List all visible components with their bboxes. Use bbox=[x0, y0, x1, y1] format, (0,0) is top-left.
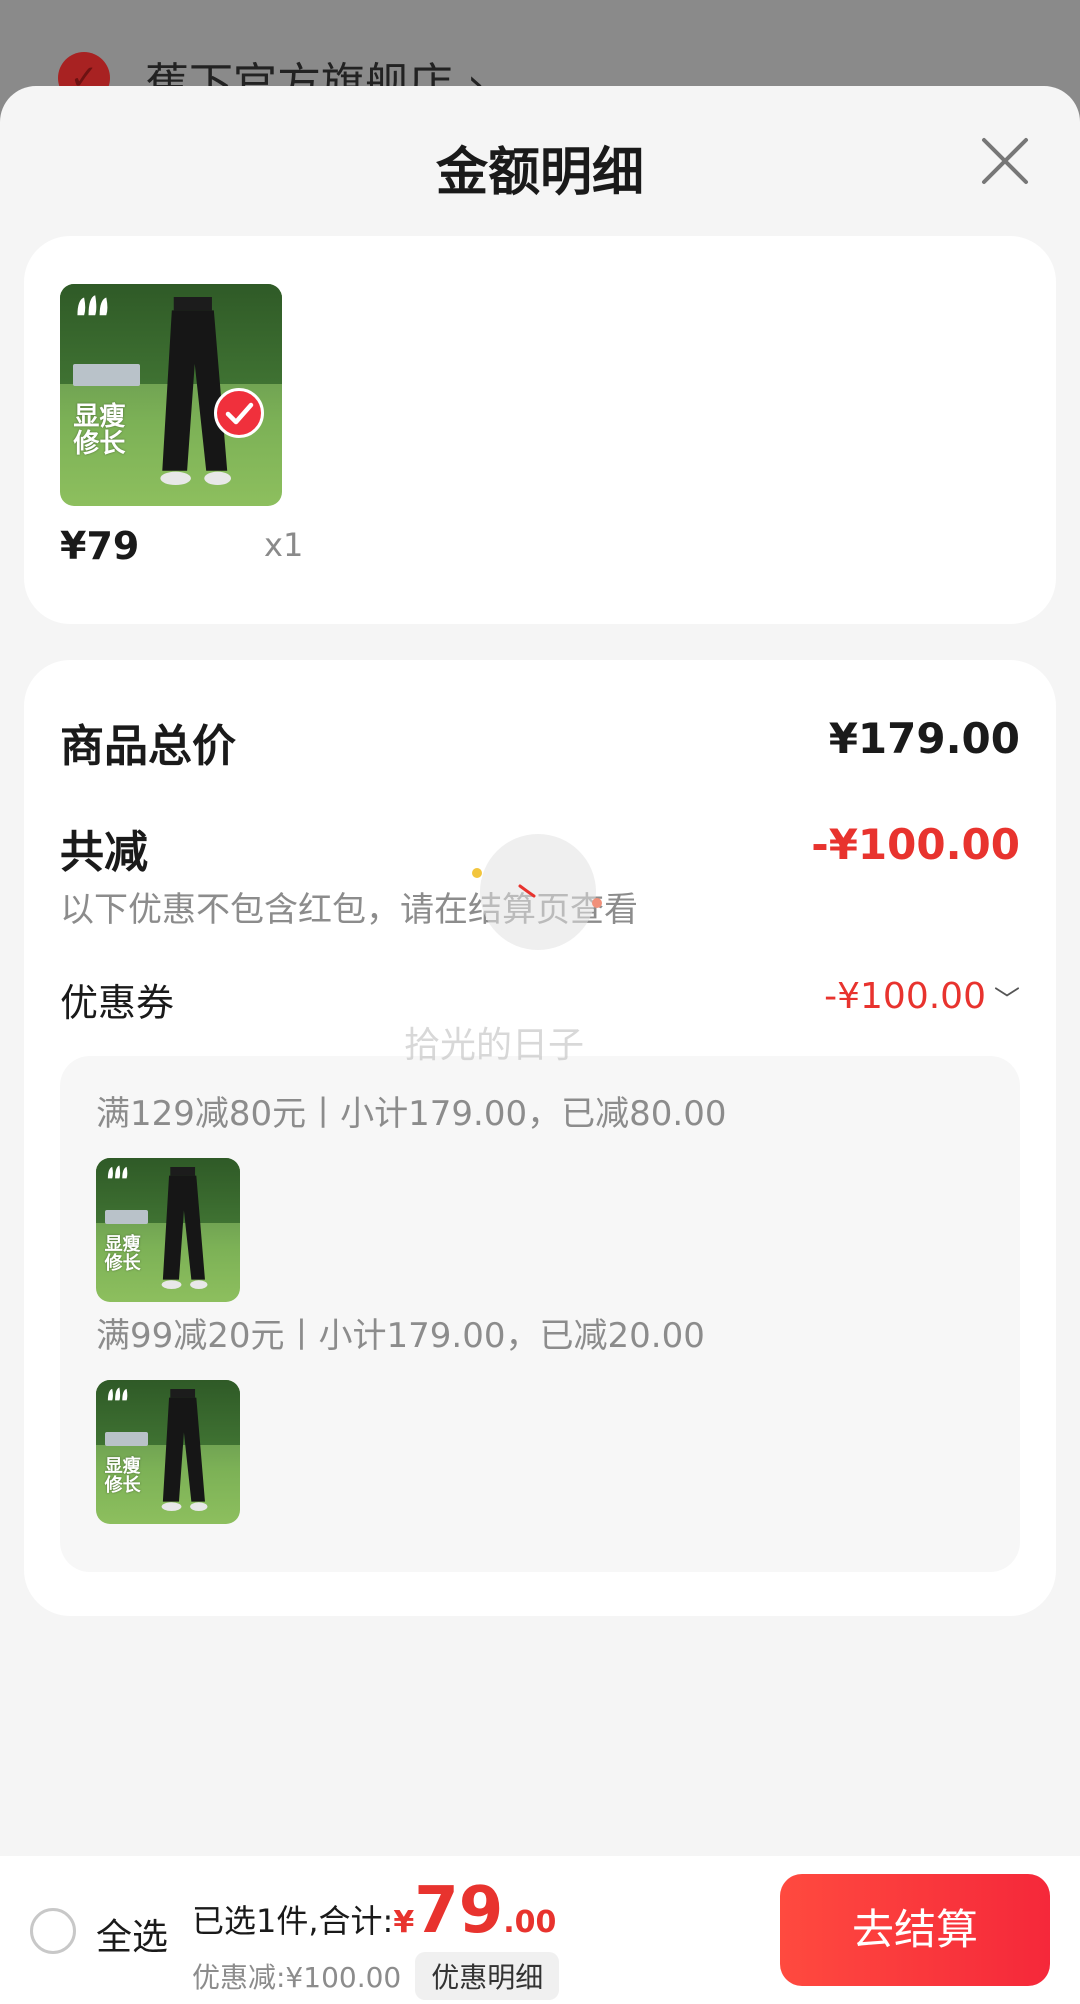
price-summary-card: 商品总价 ¥179.00 共减 -¥100.00 以下优惠不包含红包，请在结算页… bbox=[24, 660, 1056, 1616]
tag-line1: 显瘦 bbox=[73, 401, 126, 432]
coupon-value: -¥100.00 bbox=[824, 976, 986, 1017]
coupon-product-thumbnail: 显瘦 修长 bbox=[96, 1158, 240, 1302]
total-reduce-label: 共减 bbox=[60, 827, 148, 878]
select-all-radio[interactable] bbox=[30, 1908, 76, 1954]
amount-detail-sheet: 金额明细 显瘦 修长 ¥79 x1 商品总价 ¥179.00 共减 -¥100.… bbox=[0, 86, 1080, 2004]
selected-count-text: 已选1件,合计: bbox=[192, 1902, 394, 1940]
total-currency: ¥ bbox=[393, 1905, 415, 1940]
item-quantity: x1 bbox=[264, 526, 304, 564]
loading-spinner-icon bbox=[480, 834, 596, 950]
discount-detail-button[interactable]: 优惠明细 bbox=[415, 1952, 560, 2000]
chevron-down-icon: ﹀ bbox=[993, 985, 1020, 1016]
tag-line2: 修长 bbox=[73, 429, 126, 460]
selected-check-icon[interactable] bbox=[214, 388, 264, 438]
sheet-title: 金额明细 bbox=[435, 143, 644, 203]
coupon-line: 满99减20元丨小计179.00，已减20.00 bbox=[96, 1316, 705, 1356]
loader-dot bbox=[592, 898, 602, 908]
discount-text: 优惠减:¥100.00 bbox=[192, 1961, 402, 1994]
watermark-text: 拾光的日子 bbox=[404, 1025, 585, 1066]
checkout-button[interactable]: 去结算 bbox=[780, 1874, 1050, 1986]
close-icon[interactable] bbox=[978, 134, 1032, 188]
coupon-label: 优惠券 bbox=[60, 981, 175, 1025]
coupon-toggle[interactable]: -¥100.00 ﹀ bbox=[824, 976, 1020, 1017]
item-price: ¥79 bbox=[60, 524, 140, 568]
total-price-value: ¥179.00 bbox=[828, 714, 1020, 763]
coupon-detail-box: 满129减80元丨小计179.00，已减80.00 显瘦 修长 满99减20元丨小… bbox=[60, 1056, 1020, 1572]
coupon-line: 满129减80元丨小计179.00，已减80.00 bbox=[96, 1094, 727, 1134]
checkout-bar: 全选 已选1件,合计:¥79.00 优惠减:¥100.00 优惠明细 去结算 bbox=[0, 1856, 1080, 2004]
select-all-label[interactable]: 全选 bbox=[96, 1908, 168, 1960]
order-total: 已选1件,合计:¥79.00 bbox=[192, 1874, 556, 1948]
loader-dot bbox=[472, 868, 482, 878]
total-amount-dec: .00 bbox=[503, 1905, 557, 1940]
coupon-product-thumbnail: 显瘦 修长 bbox=[96, 1380, 240, 1524]
brand-logo-icon bbox=[73, 293, 117, 320]
discount-summary: 优惠减:¥100.00 优惠明细 bbox=[192, 1952, 560, 2000]
product-card: 显瘦 修长 ¥79 x1 bbox=[24, 236, 1056, 624]
total-price-label: 商品总价 bbox=[60, 721, 236, 772]
total-amount-int: 79 bbox=[414, 1874, 504, 1948]
total-reduce-value: -¥100.00 bbox=[811, 820, 1020, 869]
